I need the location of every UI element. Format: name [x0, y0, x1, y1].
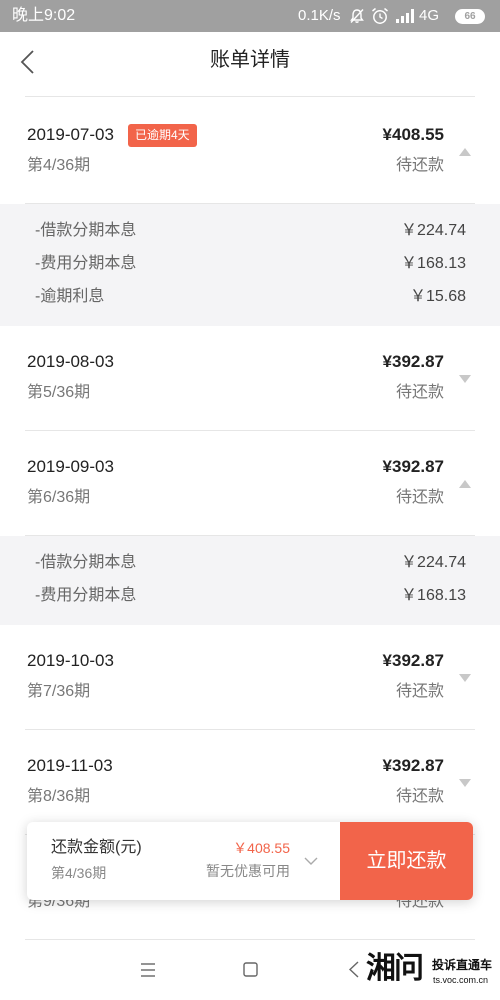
battery-indicator: 66 [455, 9, 485, 24]
back-icon[interactable] [348, 961, 360, 978]
bill-row[interactable]: 2019-07-03 已逾期4天 ¥408.55 第4/36期 待还款 [0, 99, 500, 204]
detail-label: -借款分期本息 [35, 222, 137, 239]
discount-selector[interactable]: 暂无优惠可用 [206, 861, 290, 881]
status-time: 晚上9:02 [12, 7, 76, 24]
menu-icon[interactable] [140, 963, 156, 977]
bill-date: 2019-07-03 [27, 125, 114, 144]
signal-icon [396, 9, 414, 23]
detail-item: -费用分期本息 ￥168.13 [0, 247, 500, 280]
bill-details-panel: -借款分期本息 ￥224.74 -费用分期本息 ￥168.13 [0, 536, 500, 625]
bill-row[interactable]: 2019-08-03 ¥392.87 第5/36期 待还款 [0, 326, 500, 431]
status-net-speed: 0.1K/s [298, 7, 341, 24]
expand-arrow-icon[interactable] [459, 674, 471, 682]
divider [25, 96, 475, 97]
app-header: 账单详情 [0, 32, 500, 92]
system-nav-bar: 湘问 投诉直通车 ts.voc.com.cn [0, 941, 500, 1000]
overdue-badge: 已逾期4天 [128, 124, 197, 147]
collapse-arrow-icon[interactable] [459, 148, 471, 156]
bill-row[interactable]: 2019-11-03 ¥392.87 第8/36期 待还款 [0, 730, 500, 835]
detail-value: ￥168.13 [401, 255, 466, 272]
detail-value: ￥224.74 [401, 222, 466, 239]
chevron-down-icon[interactable] [304, 857, 318, 866]
bill-status: 待还款 [395, 157, 444, 174]
detail-item: -借款分期本息 ￥224.74 [0, 546, 500, 579]
bill-list: 2019-07-03 已逾期4天 ¥408.55 第4/36期 待还款 -借款分… [0, 99, 500, 940]
expand-arrow-icon[interactable] [459, 375, 471, 383]
bill-date: 2019-08-03 [27, 352, 114, 371]
bill-status: 待还款 [395, 683, 444, 700]
alarm-icon [372, 7, 388, 24]
bill-amount: ¥392.87 [382, 352, 444, 371]
detail-value: ￥15.68 [409, 288, 466, 305]
bill-period: 第7/36期 [27, 683, 91, 700]
watermark-logo: 湘问 [366, 952, 424, 985]
repayment-period: 第4/36期 [51, 865, 107, 881]
detail-label: -借款分期本息 [35, 554, 137, 571]
repayment-bar: 还款金额(元) 第4/36期 ￥408.55 暂无优惠可用 立即还款 [27, 822, 473, 900]
bill-period: 第4/36期 [27, 157, 91, 174]
expand-arrow-icon[interactable] [459, 779, 471, 787]
status-bar: 晚上9:02 0.1K/s 4G 66 [0, 0, 500, 32]
bill-amount: ¥392.87 [382, 756, 444, 775]
detail-item: -逾期利息 ￥15.68 [0, 280, 500, 313]
bill-status: 待还款 [395, 384, 444, 401]
bill-period: 第6/36期 [27, 489, 91, 506]
bill-date: 2019-11-03 [27, 756, 113, 775]
bill-row[interactable]: 2019-09-03 ¥392.87 第6/36期 待还款 [0, 431, 500, 536]
bill-amount: ¥408.55 [382, 125, 444, 144]
bill-details-panel: -借款分期本息 ￥224.74 -费用分期本息 ￥168.13 -逾期利息 ￥1… [0, 204, 500, 326]
detail-label: -逾期利息 [35, 288, 105, 305]
detail-label: -费用分期本息 [35, 587, 137, 604]
detail-value: ￥224.74 [401, 554, 466, 571]
detail-value: ￥168.13 [401, 587, 466, 604]
repayment-amount: ￥408.55 [233, 840, 290, 856]
bill-status: 待还款 [395, 489, 444, 506]
watermark-slogan: 投诉直通车 [432, 958, 493, 972]
bill-amount: ¥392.87 [382, 651, 444, 670]
watermark-url: ts.voc.com.cn [433, 975, 489, 985]
detail-item: -借款分期本息 ￥224.74 [0, 214, 500, 247]
bill-period: 第8/36期 [27, 788, 91, 805]
home-square-icon[interactable] [243, 962, 258, 977]
bill-row[interactable]: 2019-10-03 ¥392.87 第7/36期 待还款 [0, 625, 500, 730]
pay-now-button[interactable]: 立即还款 [340, 822, 473, 900]
detail-label: -费用分期本息 [35, 255, 137, 272]
mute-icon [350, 9, 364, 23]
status-network: 4G [419, 7, 440, 24]
bill-status: 待还款 [395, 788, 444, 805]
detail-item: -费用分期本息 ￥168.13 [0, 579, 500, 612]
bill-details-screen: 晚上9:02 0.1K/s 4G 66 账单详情 2019-07-03 已逾期4… [0, 0, 500, 1000]
bill-period: 第5/36期 [27, 384, 91, 401]
collapse-arrow-icon[interactable] [459, 480, 471, 488]
bill-date: 2019-10-03 [27, 651, 114, 670]
bill-amount: ¥392.87 [382, 457, 444, 476]
repayment-amount-label: 还款金额(元) [51, 839, 142, 856]
bill-date: 2019-09-03 [27, 457, 114, 476]
page-title: 账单详情 [210, 49, 290, 71]
